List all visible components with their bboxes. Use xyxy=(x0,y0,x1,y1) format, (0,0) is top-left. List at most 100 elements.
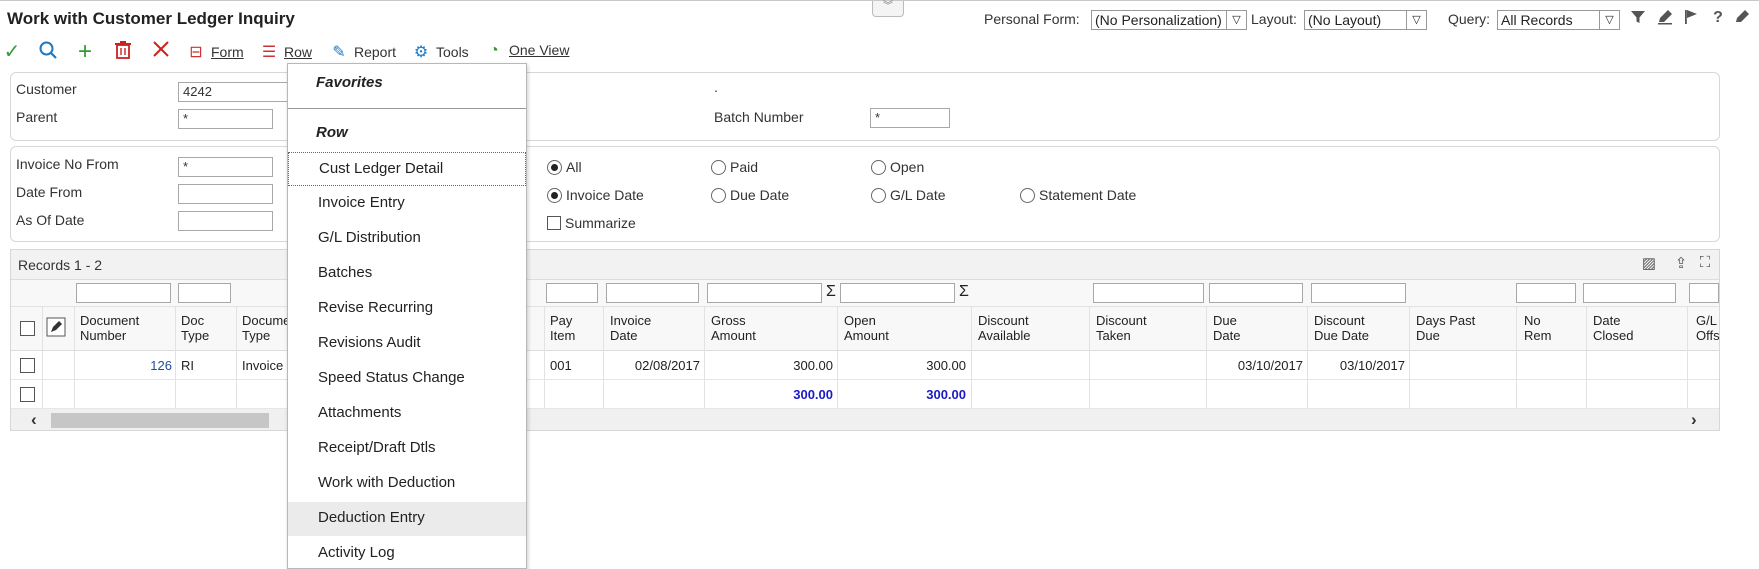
radio-gl-date[interactable]: G/L Date xyxy=(871,187,946,203)
filter-doc-type[interactable] xyxy=(178,283,231,303)
menu-item-gl-distribution[interactable]: G/L Distribution xyxy=(288,222,526,256)
col-open-amount[interactable]: Open Amount xyxy=(844,313,889,343)
col-label: Due xyxy=(1416,328,1440,343)
customer-field[interactable]: 4242 xyxy=(178,82,298,102)
filter-gl-offset[interactable] xyxy=(1689,283,1719,303)
menu-item-revise-recurring[interactable]: Revise Recurring xyxy=(288,292,526,326)
filter-date-closed[interactable] xyxy=(1583,283,1676,303)
menu-item-batches[interactable]: Batches xyxy=(288,257,526,291)
add-icon[interactable]: + xyxy=(73,40,97,64)
col-days-past-due[interactable]: Days Past Due xyxy=(1416,313,1475,343)
sum-sigma-icon[interactable]: Σ xyxy=(959,283,969,301)
filter-icon[interactable] xyxy=(1628,9,1648,30)
table-row[interactable]: 126 RI Invoice 001 02/08/2017 300.00 300… xyxy=(11,351,1719,380)
one-view-button[interactable]: ◔ One View xyxy=(484,42,569,60)
col-label: Invoice xyxy=(610,313,652,328)
menu-item-speed-status-change[interactable]: Speed Status Change xyxy=(288,362,526,396)
horizontal-scrollbar[interactable]: ‹ › xyxy=(11,409,1719,430)
parent-field[interactable]: * xyxy=(178,109,273,129)
grid-settings-icon[interactable] xyxy=(46,317,66,340)
menu-item-revisions-audit[interactable]: Revisions Audit xyxy=(288,327,526,361)
filter-discount-taken[interactable] xyxy=(1093,283,1204,303)
export-icon[interactable]: ⇪ xyxy=(1671,254,1691,272)
delete-trash-icon[interactable] xyxy=(111,40,135,66)
col-document-type[interactable]: Docume Type xyxy=(242,313,290,343)
radio-paid[interactable]: Paid xyxy=(711,159,758,175)
col-label: Discount xyxy=(1096,313,1147,328)
radio-statement-date[interactable]: Statement Date xyxy=(1020,187,1136,203)
help-icon[interactable]: ? xyxy=(1708,9,1728,27)
cell-doc-number[interactable]: 126 xyxy=(80,358,172,373)
batch-number-field[interactable]: * xyxy=(870,108,950,128)
row-checkbox[interactable] xyxy=(20,358,35,373)
flag-icon[interactable] xyxy=(1681,9,1701,30)
sum-sigma-icon[interactable]: Σ xyxy=(826,283,836,301)
col-label: Discount xyxy=(1314,313,1365,328)
radio-all[interactable]: All xyxy=(547,159,582,175)
personalize-icon[interactable] xyxy=(1732,9,1752,30)
radio-statement-date-label: Statement Date xyxy=(1039,187,1137,203)
row-menu-button[interactable]: ☰ Row xyxy=(259,42,312,62)
date-from-field[interactable] xyxy=(178,184,273,204)
layout-value: (No Layout) xyxy=(1308,12,1382,28)
find-search-icon[interactable] xyxy=(36,40,60,66)
date-from-label: Date From xyxy=(16,184,83,200)
ok-check-icon[interactable]: ✓ xyxy=(0,40,24,64)
col-doc-type[interactable]: Doc Type xyxy=(181,313,209,343)
radio-due-date[interactable]: Due Date xyxy=(711,187,789,203)
radio-icon xyxy=(871,188,886,203)
form-menu-button[interactable]: ⊟ Form xyxy=(186,42,243,62)
scroll-right-icon[interactable]: › xyxy=(1691,410,1697,430)
personal-form-select[interactable]: (No Personalization) ▽ xyxy=(1091,10,1247,30)
filter-gross-amount[interactable] xyxy=(707,283,822,303)
col-label: Type xyxy=(242,328,271,343)
row-checkbox[interactable] xyxy=(20,387,35,402)
maximize-grid-icon[interactable]: ⛶ xyxy=(1695,254,1715,271)
radio-open-label: Open xyxy=(890,159,925,175)
menu-item-deduction-entry[interactable]: Deduction Entry xyxy=(288,502,526,536)
col-label: Doc xyxy=(181,313,205,328)
filter-due-date[interactable] xyxy=(1209,283,1303,303)
radio-open[interactable]: Open xyxy=(871,159,924,175)
col-document-number[interactable]: Document Number xyxy=(80,313,139,343)
as-of-date-field[interactable] xyxy=(178,211,273,231)
filter-open-amount[interactable] xyxy=(840,283,955,303)
col-date-closed[interactable]: Date Closed xyxy=(1593,313,1633,343)
col-pay-item[interactable]: Pay Item xyxy=(550,313,575,343)
filter-no-rem[interactable] xyxy=(1516,283,1576,303)
edit-icon[interactable] xyxy=(1655,9,1675,30)
scroll-left-icon[interactable]: ‹ xyxy=(31,410,37,430)
col-discount-taken[interactable]: Discount Taken xyxy=(1096,313,1147,343)
menu-item-activity-log[interactable]: Activity Log xyxy=(288,537,526,569)
col-label: Number xyxy=(80,328,127,343)
query-select[interactable]: All Records ▽ xyxy=(1497,10,1620,30)
summarize-checkbox[interactable]: Summarize xyxy=(547,215,636,231)
filter-pay-item[interactable] xyxy=(546,283,598,303)
close-cancel-icon[interactable] xyxy=(149,40,173,64)
report-menu-button[interactable]: ✎ Report xyxy=(329,42,396,62)
select-all-checkbox[interactable] xyxy=(20,321,35,336)
tools-menu-button[interactable]: ⚙ Tools xyxy=(411,42,469,62)
menu-item-attachments[interactable]: Attachments xyxy=(288,397,526,431)
layout-select[interactable]: (No Layout) ▽ xyxy=(1304,10,1427,30)
collapse-header-button[interactable]: ︾ xyxy=(872,1,904,17)
menu-item-cust-ledger-detail[interactable]: Cust Ledger Detail xyxy=(288,152,526,186)
menu-item-receipt-draft-dtls[interactable]: Receipt/Draft Dtls xyxy=(288,432,526,466)
menu-item-invoice-entry[interactable]: Invoice Entry xyxy=(288,187,526,221)
scrollbar-thumb[interactable] xyxy=(51,413,269,428)
col-due-date[interactable]: Due Date xyxy=(1213,313,1240,343)
filter-discount-due-date[interactable] xyxy=(1311,283,1406,303)
filter-doc-number[interactable] xyxy=(76,283,171,303)
col-gl-offset[interactable]: G/L Offs xyxy=(1696,313,1720,343)
col-discount-available[interactable]: Discount Available xyxy=(978,313,1031,343)
col-label: Amount xyxy=(844,328,889,343)
col-discount-due-date[interactable]: Discount Due Date xyxy=(1314,313,1369,343)
col-gross-amount[interactable]: Gross Amount xyxy=(711,313,756,343)
radio-invoice-date[interactable]: Invoice Date xyxy=(547,187,644,203)
col-invoice-date[interactable]: Invoice Date xyxy=(610,313,651,343)
col-no-rem[interactable]: No Rem xyxy=(1524,313,1551,343)
menu-item-work-with-deduction[interactable]: Work with Deduction xyxy=(288,467,526,501)
invoice-from-field[interactable]: * xyxy=(178,157,273,177)
filter-invoice-date[interactable] xyxy=(606,283,699,303)
grid-edit-icon[interactable]: ▨ xyxy=(1639,254,1659,272)
